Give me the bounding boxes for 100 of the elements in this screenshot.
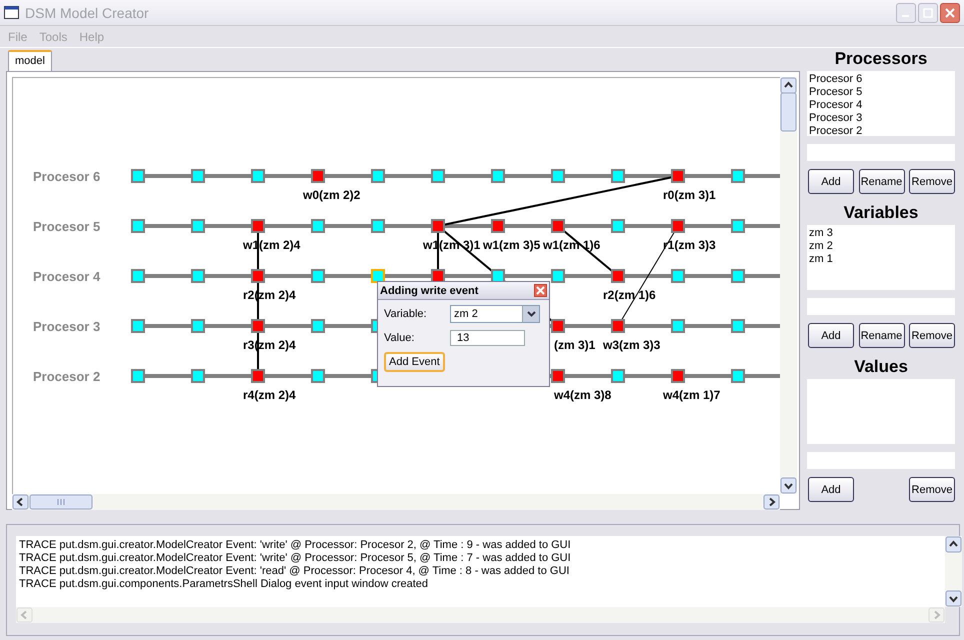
event-node[interactable] xyxy=(671,369,685,383)
panel-button[interactable]: Rename xyxy=(858,169,904,194)
time-node[interactable] xyxy=(191,269,205,283)
time-node[interactable] xyxy=(491,269,505,283)
list-item[interactable]: zm 2 xyxy=(809,240,953,253)
minimize-button[interactable] xyxy=(896,2,916,22)
field-label: Value: xyxy=(384,332,416,344)
time-node[interactable] xyxy=(131,369,145,383)
processor-label: Procesor 3 xyxy=(33,319,100,334)
list-item[interactable]: Procesor 5 xyxy=(809,86,953,99)
time-node[interactable] xyxy=(131,269,145,283)
time-node[interactable] xyxy=(731,269,745,283)
value-field[interactable]: 13 xyxy=(450,330,525,346)
list-box[interactable]: zm 3 zm 2 zm 1 xyxy=(807,225,955,290)
time-node[interactable] xyxy=(671,319,685,333)
time-node[interactable] xyxy=(191,369,205,383)
selected-node[interactable] xyxy=(371,269,385,283)
time-node[interactable] xyxy=(731,369,745,383)
list-item[interactable]: zm 1 xyxy=(809,253,953,266)
time-node[interactable] xyxy=(131,219,145,233)
event-node[interactable] xyxy=(251,269,265,283)
list-item[interactable]: Procesor 4 xyxy=(809,99,953,112)
horizontal-scrollbar[interactable] xyxy=(12,494,780,510)
time-node[interactable] xyxy=(611,169,625,183)
variable-dropdown[interactable]: zm 2 xyxy=(450,305,540,323)
event-label: r2(zm 1)6 xyxy=(603,288,656,302)
time-node[interactable] xyxy=(731,169,745,183)
time-node[interactable] xyxy=(311,369,325,383)
field-label: Variable: xyxy=(384,308,428,320)
time-node[interactable] xyxy=(311,319,325,333)
time-node[interactable] xyxy=(731,219,745,233)
list-item[interactable]: Procesor 2 xyxy=(809,125,953,138)
panel-button[interactable]: Remove xyxy=(909,323,955,348)
processor-label: Procesor 4 xyxy=(33,269,100,284)
event-node[interactable] xyxy=(551,319,565,333)
event-node[interactable] xyxy=(611,319,625,333)
event-node[interactable] xyxy=(251,219,265,233)
event-node[interactable] xyxy=(431,269,445,283)
time-node[interactable] xyxy=(251,169,265,183)
time-node[interactable] xyxy=(431,169,445,183)
time-node[interactable] xyxy=(131,319,145,333)
add-event-button[interactable]: Add Event xyxy=(384,352,445,372)
time-node[interactable] xyxy=(731,319,745,333)
event-node[interactable] xyxy=(311,169,325,183)
close-icon xyxy=(945,8,955,18)
time-node[interactable] xyxy=(371,169,385,183)
event-node[interactable] xyxy=(611,269,625,283)
time-node[interactable] xyxy=(191,169,205,183)
vertical-scrollbar[interactable] xyxy=(780,77,797,494)
close-icon xyxy=(536,286,545,295)
section-heading: Values xyxy=(853,356,909,378)
processor-label: Procesor 6 xyxy=(33,169,100,184)
event-node[interactable] xyxy=(551,219,565,233)
panel-button[interactable]: Add xyxy=(808,477,854,502)
time-node[interactable] xyxy=(311,219,325,233)
input-field[interactable] xyxy=(807,298,955,315)
event-label: w1(zm 3)5 xyxy=(483,238,540,252)
log-line: TRACE put.dsm.gui.creator.ModelCreator Event: 'read' @ Processor: Procesor 4, @ Time : 8 - was added to GUI xyxy=(19,565,570,578)
time-node[interactable] xyxy=(491,169,505,183)
list-item[interactable]: Procesor 6 xyxy=(809,73,953,86)
log-line: TRACE put.dsm.gui.components.ParametrsShell Dialog event input window created xyxy=(19,578,430,591)
panel-button[interactable]: Add xyxy=(808,169,854,194)
time-node[interactable] xyxy=(191,219,205,233)
list-item[interactable]: zm 3 xyxy=(809,227,953,240)
time-node[interactable] xyxy=(371,219,385,233)
horizontal-scrollbar[interactable] xyxy=(16,607,945,623)
time-node[interactable] xyxy=(611,369,625,383)
vertical-scrollbar[interactable] xyxy=(945,536,962,607)
input-field[interactable] xyxy=(807,144,955,161)
event-node[interactable] xyxy=(671,169,685,183)
event-label: w3(zm 3)3 xyxy=(603,338,660,352)
event-node[interactable] xyxy=(431,219,445,233)
chevron-down-icon xyxy=(526,311,536,317)
event-node[interactable] xyxy=(671,219,685,233)
event-node[interactable] xyxy=(251,369,265,383)
panel-button[interactable]: Remove xyxy=(909,477,955,502)
close-button[interactable] xyxy=(940,2,960,22)
section-heading: Processors xyxy=(834,48,928,70)
list-box[interactable]: Procesor 6 Procesor 5 Procesor 4 Procesor 3 Procesor 2 xyxy=(807,71,955,136)
panel-button[interactable]: Rename xyxy=(858,323,904,348)
time-node[interactable] xyxy=(671,269,685,283)
tab[interactable]: model xyxy=(8,50,52,71)
time-node[interactable] xyxy=(131,169,145,183)
event-node[interactable] xyxy=(491,219,505,233)
close-button[interactable] xyxy=(534,284,547,297)
time-node[interactable] xyxy=(191,319,205,333)
panel-button[interactable]: Remove xyxy=(909,169,955,194)
log-line: TRACE put.dsm.gui.creator.ModelCreator Event: 'write' @ Processor: Procesor 2, @ Time : 9 - was added to GUI xyxy=(19,539,572,552)
time-node[interactable] xyxy=(311,269,325,283)
list-item[interactable]: Procesor 3 xyxy=(809,112,953,125)
input-field[interactable] xyxy=(807,452,955,469)
event-node[interactable] xyxy=(251,319,265,333)
time-node[interactable] xyxy=(611,219,625,233)
panel-button[interactable]: Add xyxy=(808,323,854,348)
time-node[interactable] xyxy=(551,269,565,283)
event-node[interactable] xyxy=(551,369,565,383)
event-label: r4(zm 2)4 xyxy=(243,388,296,402)
maximize-button[interactable] xyxy=(918,2,938,22)
time-node[interactable] xyxy=(551,169,565,183)
event-label: w1(zm 1)6 xyxy=(543,238,600,252)
